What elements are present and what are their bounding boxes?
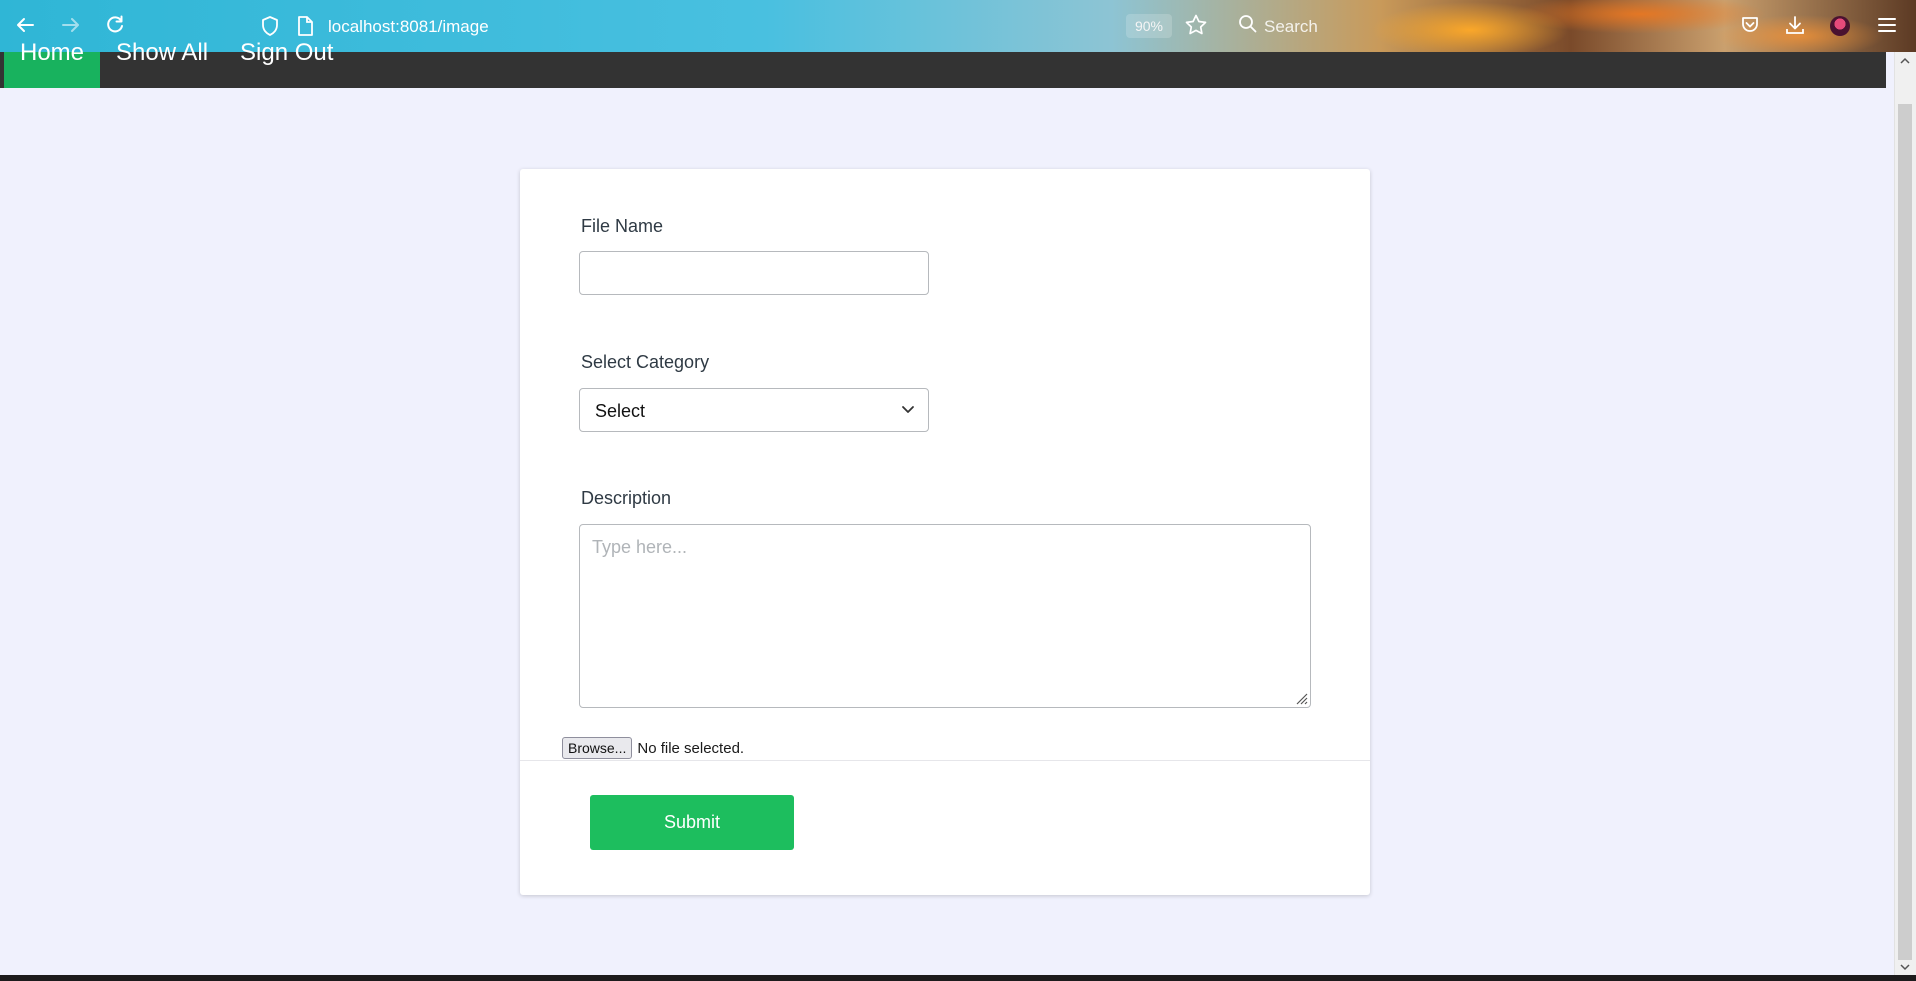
chevron-down-icon: [898, 399, 918, 419]
page-icon[interactable]: [296, 15, 314, 41]
description-label: Description: [581, 488, 672, 508]
description-textarea[interactable]: Type here...: [579, 524, 1311, 708]
scroll-down-icon[interactable]: [1899, 960, 1911, 976]
vertical-scrollbar[interactable]: [1894, 52, 1916, 981]
file-status-text: No file selected.: [637, 739, 745, 757]
file-picker: Browse... No file selected.: [562, 737, 744, 759]
pocket-icon[interactable]: [1740, 15, 1760, 39]
category-selected-value: Select: [595, 401, 646, 421]
category-select[interactable]: Select: [579, 388, 929, 432]
download-icon[interactable]: [1784, 14, 1806, 40]
address-bar-url[interactable]: localhost:8081/image: [328, 17, 489, 37]
hamburger-menu-icon[interactable]: [1876, 14, 1898, 40]
search-field[interactable]: Search: [1264, 17, 1318, 37]
nav-show-all-link[interactable]: Show All: [116, 41, 208, 88]
bookmark-star-icon[interactable]: [1184, 13, 1208, 41]
file-name-label: File Name: [581, 216, 664, 236]
nav-home-link[interactable]: Home: [4, 41, 100, 88]
search-icon[interactable]: [1238, 14, 1258, 38]
submit-button[interactable]: Submit: [590, 795, 794, 850]
account-avatar[interactable]: [1830, 16, 1850, 36]
scrollbar-thumb[interactable]: [1898, 104, 1912, 960]
forward-arrow-icon[interactable]: [60, 14, 82, 40]
zoom-level-badge[interactable]: 90%: [1126, 14, 1172, 38]
taskbar-strip: [0, 975, 1916, 981]
back-arrow-icon[interactable]: [14, 14, 36, 40]
divider: [520, 760, 1370, 761]
upload-form-card: File Name Select Category Select Descrip…: [520, 169, 1370, 895]
site-navbar: Home Show All Sign Out: [0, 41, 1886, 88]
description-placeholder: Type here...: [592, 537, 688, 557]
browse-button[interactable]: Browse...: [562, 737, 633, 759]
scroll-up-icon[interactable]: [1899, 54, 1911, 70]
category-label: Select Category: [581, 352, 710, 372]
reload-icon[interactable]: [104, 14, 126, 40]
nav-sign-out-link[interactable]: Sign Out: [240, 41, 333, 88]
resize-grip-icon[interactable]: [1292, 689, 1308, 705]
shield-icon[interactable]: [260, 15, 280, 41]
file-name-input[interactable]: [579, 251, 929, 295]
